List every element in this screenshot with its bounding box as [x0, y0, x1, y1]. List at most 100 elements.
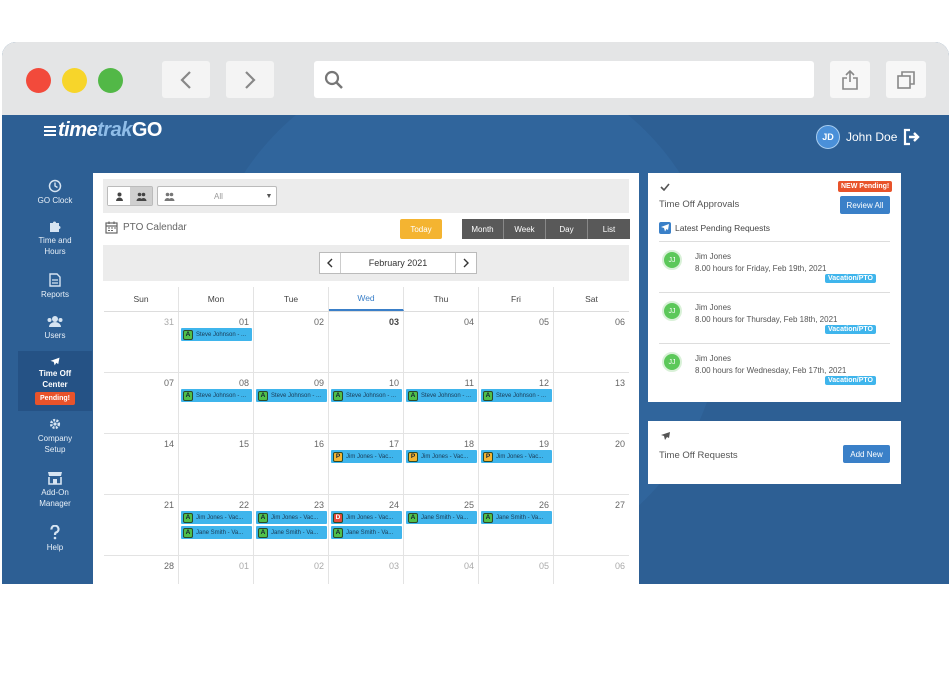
today-button[interactable]: Today [400, 219, 442, 239]
sidebar-item-time-and-hours[interactable]: Time and Hours [18, 213, 92, 267]
sidebar-item-reports[interactable]: Reports [18, 267, 92, 309]
day-cell[interactable]: 04 [404, 556, 479, 584]
calendar-event[interactable]: A Jane Smith - Va... [406, 511, 477, 524]
calendar-event[interactable]: A Jane Smith - Va... [481, 511, 552, 524]
address-bar[interactable] [314, 61, 814, 98]
forward-button[interactable] [226, 61, 274, 98]
sidebar-item-company-setup[interactable]: Company Setup [18, 411, 92, 465]
sidebar-item-add-on-manager[interactable]: Add-On Manager [18, 465, 92, 519]
pending-request-item[interactable]: JJ Jim Jones 8.00 hours for Friday, Feb … [659, 241, 890, 292]
share-button[interactable] [830, 61, 870, 98]
day-cell[interactable]: 19 P Jim Jones - Vac... [479, 434, 554, 494]
calendar-event[interactable]: A Steve Johnson - ... [181, 328, 252, 341]
day-cell[interactable]: 15 [179, 434, 254, 494]
maximize-window-button[interactable] [98, 68, 123, 93]
day-cell[interactable]: 01 A Steve Johnson - ... [179, 312, 254, 372]
day-cell[interactable]: 25 A Jane Smith - Va... [404, 495, 479, 555]
day-cell[interactable]: 28 [104, 556, 179, 584]
calendar-event[interactable]: P Jim Jones - Vac... [331, 450, 402, 463]
day-cell[interactable]: 24 D Jim Jones - Vac... A Jane Smith - Va.… [329, 495, 404, 555]
day-cell[interactable]: 09 A Steve Johnson - ... [254, 373, 329, 433]
day-cell[interactable]: 02 [254, 556, 329, 584]
next-month-button[interactable] [456, 253, 476, 273]
calendar-event[interactable]: A Steve Johnson - ... [481, 389, 552, 402]
day-cell[interactable]: 01 [179, 556, 254, 584]
request-name: Jim Jones [695, 252, 732, 261]
day-cell[interactable]: 10 A Steve Johnson - ... [329, 373, 404, 433]
day-cell[interactable]: 08 A Steve Johnson - ... [179, 373, 254, 433]
calendar-event[interactable]: A Jim Jones - Vac... [181, 511, 252, 524]
plane-icon [659, 222, 671, 234]
pending-request-item[interactable]: JJ Jim Jones 8.00 hours for Wednesday, F… [659, 343, 890, 394]
logout-button[interactable] [902, 128, 922, 151]
day-cell[interactable]: 31 [104, 312, 179, 372]
month-navigator: February 2021 [319, 252, 477, 274]
calendar-event[interactable]: A Steve Johnson - ... [181, 389, 252, 402]
day-cell[interactable]: 13 [554, 373, 629, 433]
day-cell[interactable]: 12 A Steve Johnson - ... [479, 373, 554, 433]
prev-month-button[interactable] [320, 253, 340, 273]
all-users-toggle[interactable] [130, 187, 152, 205]
calendar-event[interactable]: A Jane Smith - Va... [181, 526, 252, 539]
weekday-header: Sun Mon Tue Wed Thu Fri Sat [104, 287, 629, 312]
month-view-button[interactable]: Month [462, 219, 504, 239]
day-view-button[interactable]: Day [546, 219, 588, 239]
user-menu[interactable]: JD John Doe [816, 125, 897, 149]
day-cell[interactable]: 23 A Jim Jones - Vac... A Jane Smith - Va.… [254, 495, 329, 555]
day-cell[interactable]: 14 [104, 434, 179, 494]
calendar-event[interactable]: A Jane Smith - Va... [331, 526, 402, 539]
day-cell[interactable]: 21 [104, 495, 179, 555]
day-cell[interactable]: 06 [554, 556, 629, 584]
sidebar-item-help[interactable]: Help [18, 519, 92, 559]
day-cell[interactable]: 16 [254, 434, 329, 494]
pending-request-item[interactable]: JJ Jim Jones 8.00 hours for Thursday, Fe… [659, 292, 890, 343]
question-icon [50, 525, 60, 540]
denied-status: D [333, 512, 343, 523]
calendar-event[interactable]: D Jim Jones - Vac... [331, 511, 402, 524]
week-view-button[interactable]: Week [504, 219, 546, 239]
calendar-event[interactable]: P Jim Jones - Vac... [481, 450, 552, 463]
day-cell[interactable]: 06 [554, 312, 629, 372]
pending-status: P [333, 451, 343, 462]
sidebar-item-users[interactable]: Users [18, 309, 92, 351]
day-cell[interactable]: 18 P Jim Jones - Vac... [404, 434, 479, 494]
back-button[interactable] [162, 61, 210, 98]
tabs-button[interactable] [886, 61, 926, 98]
calendar-event[interactable]: A Jim Jones - Vac... [256, 511, 327, 524]
calendar-icon [105, 221, 118, 234]
user-filter-select[interactable]: All ▼ [157, 186, 277, 206]
day-cell[interactable]: 07 [104, 373, 179, 433]
weekday-fri: Fri [479, 287, 554, 311]
filter-bar: All ▼ [103, 179, 629, 213]
single-user-toggle[interactable] [108, 187, 130, 205]
day-cell[interactable]: 02 [254, 312, 329, 372]
day-cell[interactable]: 17 P Jim Jones - Vac... [329, 434, 404, 494]
calendar-event[interactable]: A Steve Johnson - ... [331, 389, 402, 402]
timetrak-logo[interactable]: timetrakGO [44, 119, 162, 142]
close-window-button[interactable] [26, 68, 51, 93]
calendar-event[interactable]: A Jane Smith - Va... [256, 526, 327, 539]
day-cell[interactable]: 26 A Jane Smith - Va... [479, 495, 554, 555]
minimize-window-button[interactable] [62, 68, 87, 93]
day-cell[interactable]: 05 [479, 312, 554, 372]
day-cell[interactable]: 27 [554, 495, 629, 555]
day-cell[interactable]: 03 [329, 556, 404, 584]
day-cell[interactable]: 11 A Steve Johnson - ... [404, 373, 479, 433]
sidebar-item-time-off-center[interactable]: Time Off Center Pending! [18, 351, 92, 411]
calendar-event[interactable]: A Steve Johnson - ... [406, 389, 477, 402]
calendar-event[interactable]: P Jim Jones - Vac... [406, 450, 477, 463]
add-new-button[interactable]: Add New [843, 445, 890, 463]
day-cell[interactable]: 22 A Jim Jones - Vac... A Jane Smith - Va.… [179, 495, 254, 555]
search-icon [324, 70, 343, 89]
day-cell[interactable]: 20 [554, 434, 629, 494]
day-cell[interactable]: 04 [404, 312, 479, 372]
calendar-event[interactable]: A Steve Johnson - ... [256, 389, 327, 402]
view-mode-group: Month Week Day List [462, 219, 630, 239]
sidebar-item-go-clock[interactable]: GO Clock [18, 173, 92, 213]
chevron-right-icon [245, 70, 256, 89]
review-all-button[interactable]: Review All [840, 196, 890, 214]
clock-icon [48, 179, 62, 193]
day-cell[interactable]: 03 [329, 312, 404, 372]
day-cell[interactable]: 05 [479, 556, 554, 584]
list-view-button[interactable]: List [588, 219, 630, 239]
